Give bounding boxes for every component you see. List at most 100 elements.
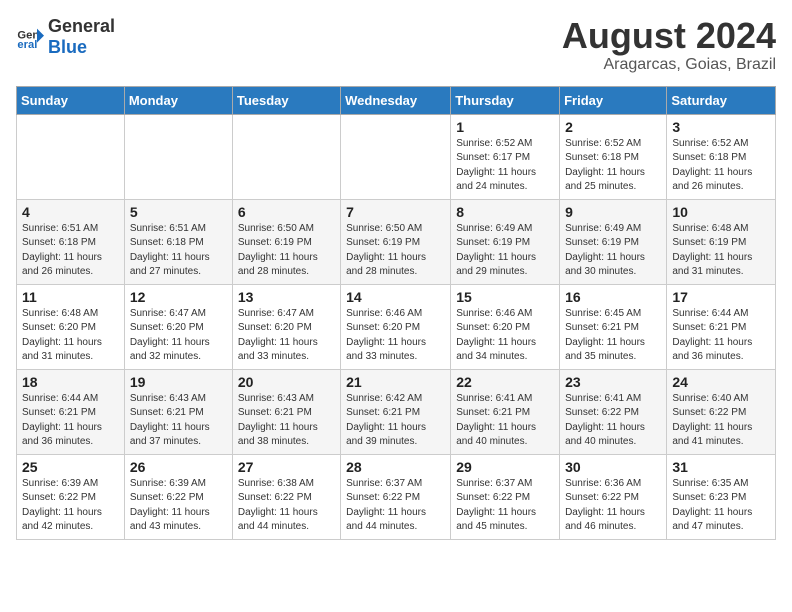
day-number: 3 — [672, 119, 770, 135]
day-info: Sunrise: 6:37 AMSunset: 6:22 PMDaylight:… — [346, 477, 445, 535]
day-number: 14 — [346, 289, 445, 305]
day-info: Sunrise: 6:52 AMSunset: 6:17 PMDaylight:… — [456, 137, 554, 195]
svg-text:eral: eral — [17, 39, 37, 51]
calendar-week-3: 11 Sunrise: 6:48 AMSunset: 6:20 PMDayligh… — [17, 284, 776, 369]
calendar-cell-week5-day1: 25Sunrise: 6:39 AMSunset: 6:22 PMDayligh… — [17, 454, 125, 539]
weekday-header-tuesday: Tuesday — [232, 86, 340, 114]
calendar-cell-week5-day2: 26Sunrise: 6:39 AMSunset: 6:22 PMDayligh… — [124, 454, 232, 539]
calendar-cell-week3-day3: 13 Sunrise: 6:47 AMSunset: 6:20 PMDayligh… — [232, 284, 340, 369]
calendar-cell-week5-day4: 28 Sunrise: 6:37 AMSunset: 6:22 PMDayligh… — [341, 454, 451, 539]
day-info: Sunrise: 6:36 AMSunset: 6:22 PMDaylight:… — [565, 477, 661, 535]
calendar-week-2: 4 Sunrise: 6:51 AMSunset: 6:18 PMDaylight… — [17, 199, 776, 284]
month-year-title: August 2024 — [562, 16, 776, 56]
day-info: Sunrise: 6:49 AMSunset: 6:19 PMDaylight:… — [456, 222, 554, 280]
day-info: Sunrise: 6:51 AMSunset: 6:18 PMDaylight:… — [22, 222, 119, 280]
day-info: Sunrise: 6:51 AMSunset: 6:18 PMDaylight:… — [130, 222, 227, 280]
day-info: Sunrise: 6:41 AMSunset: 6:22 PMDaylight:… — [565, 392, 661, 450]
calendar-cell-week5-day7: 31Sunrise: 6:35 AMSunset: 6:23 PMDayligh… — [667, 454, 776, 539]
calendar-cell-week2-day6: 9 Sunrise: 6:49 AMSunset: 6:19 PMDaylight… — [560, 199, 667, 284]
calendar-cell-week4-day2: 19Sunrise: 6:43 AMSunset: 6:21 PMDayligh… — [124, 369, 232, 454]
calendar-table: SundayMondayTuesdayWednesdayThursdayFrid… — [16, 86, 776, 540]
weekday-header-thursday: Thursday — [451, 86, 560, 114]
day-info: Sunrise: 6:40 AMSunset: 6:22 PMDaylight:… — [672, 392, 770, 450]
day-number: 13 — [238, 289, 335, 305]
calendar-cell-week3-day4: 14 Sunrise: 6:46 AMSunset: 6:20 PMDayligh… — [341, 284, 451, 369]
calendar-body: 1 Sunrise: 6:52 AMSunset: 6:17 PMDaylight… — [17, 114, 776, 539]
day-number: 4 — [22, 204, 119, 220]
day-info: Sunrise: 6:43 AMSunset: 6:21 PMDaylight:… — [238, 392, 335, 450]
calendar-cell-week3-day2: 12 Sunrise: 6:47 AMSunset: 6:20 PMDayligh… — [124, 284, 232, 369]
calendar-cell-week2-day5: 8 Sunrise: 6:49 AMSunset: 6:19 PMDaylight… — [451, 199, 560, 284]
day-number: 16 — [565, 289, 661, 305]
day-number: 5 — [130, 204, 227, 220]
day-info: Sunrise: 6:38 AMSunset: 6:22 PMDaylight:… — [238, 477, 335, 535]
day-info: Sunrise: 6:44 AMSunset: 6:21 PMDaylight:… — [22, 392, 119, 450]
day-info: Sunrise: 6:37 AMSunset: 6:22 PMDaylight:… — [456, 477, 554, 535]
day-info: Sunrise: 6:39 AMSunset: 6:22 PMDaylight:… — [22, 477, 119, 535]
day-number: 15 — [456, 289, 554, 305]
day-number: 23 — [565, 374, 661, 390]
day-number: 12 — [130, 289, 227, 305]
logo: Gen eral General Blue — [16, 16, 115, 58]
day-number: 11 — [22, 289, 119, 305]
calendar-cell-week3-day7: 17 Sunrise: 6:44 AMSunset: 6:21 PMDayligh… — [667, 284, 776, 369]
day-number: 9 — [565, 204, 661, 220]
calendar-cell-week4-day6: 23 Sunrise: 6:41 AMSunset: 6:22 PMDayligh… — [560, 369, 667, 454]
day-info: Sunrise: 6:52 AMSunset: 6:18 PMDaylight:… — [565, 137, 661, 195]
calendar-cell-week3-day1: 11 Sunrise: 6:48 AMSunset: 6:20 PMDayligh… — [17, 284, 125, 369]
weekday-header-wednesday: Wednesday — [341, 86, 451, 114]
day-number: 7 — [346, 204, 445, 220]
weekday-header-friday: Friday — [560, 86, 667, 114]
day-info: Sunrise: 6:47 AMSunset: 6:20 PMDaylight:… — [238, 307, 335, 365]
day-number: 29 — [456, 459, 554, 475]
calendar-week-5: 25Sunrise: 6:39 AMSunset: 6:22 PMDayligh… — [17, 454, 776, 539]
calendar-cell-week5-day6: 30Sunrise: 6:36 AMSunset: 6:22 PMDayligh… — [560, 454, 667, 539]
day-number: 21 — [346, 374, 445, 390]
calendar-cell-week1-day2 — [124, 114, 232, 199]
day-number: 10 — [672, 204, 770, 220]
calendar-cell-week4-day3: 20 Sunrise: 6:43 AMSunset: 6:21 PMDayligh… — [232, 369, 340, 454]
weekday-header-monday: Monday — [124, 86, 232, 114]
day-number: 2 — [565, 119, 661, 135]
day-number: 27 — [238, 459, 335, 475]
day-number: 17 — [672, 289, 770, 305]
calendar-cell-week3-day6: 16 Sunrise: 6:45 AMSunset: 6:21 PMDayligh… — [560, 284, 667, 369]
calendar-cell-week5-day3: 27 Sunrise: 6:38 AMSunset: 6:22 PMDayligh… — [232, 454, 340, 539]
day-info: Sunrise: 6:45 AMSunset: 6:21 PMDaylight:… — [565, 307, 661, 365]
calendar-cell-week2-day2: 5 Sunrise: 6:51 AMSunset: 6:18 PMDaylight… — [124, 199, 232, 284]
day-info: Sunrise: 6:50 AMSunset: 6:19 PMDaylight:… — [238, 222, 335, 280]
day-info: Sunrise: 6:46 AMSunset: 6:20 PMDaylight:… — [456, 307, 554, 365]
day-info: Sunrise: 6:48 AMSunset: 6:20 PMDaylight:… — [22, 307, 119, 365]
day-number: 28 — [346, 459, 445, 475]
day-number: 20 — [238, 374, 335, 390]
calendar-cell-week4-day4: 21Sunrise: 6:42 AMSunset: 6:21 PMDayligh… — [341, 369, 451, 454]
calendar-cell-week4-day5: 22Sunrise: 6:41 AMSunset: 6:21 PMDayligh… — [451, 369, 560, 454]
logo-general: General — [48, 16, 115, 36]
day-info: Sunrise: 6:48 AMSunset: 6:19 PMDaylight:… — [672, 222, 770, 280]
calendar-week-4: 18Sunrise: 6:44 AMSunset: 6:21 PMDayligh… — [17, 369, 776, 454]
logo-icon: Gen eral — [16, 23, 44, 51]
title-block: August 2024 Aragarcas, Goias, Brazil — [562, 16, 776, 74]
day-info: Sunrise: 6:44 AMSunset: 6:21 PMDaylight:… — [672, 307, 770, 365]
calendar-cell-week1-day7: 3Sunrise: 6:52 AMSunset: 6:18 PMDaylight… — [667, 114, 776, 199]
day-info: Sunrise: 6:49 AMSunset: 6:19 PMDaylight:… — [565, 222, 661, 280]
day-number: 24 — [672, 374, 770, 390]
day-number: 6 — [238, 204, 335, 220]
calendar-week-1: 1 Sunrise: 6:52 AMSunset: 6:17 PMDaylight… — [17, 114, 776, 199]
day-info: Sunrise: 6:47 AMSunset: 6:20 PMDaylight:… — [130, 307, 227, 365]
calendar-cell-week4-day7: 24 Sunrise: 6:40 AMSunset: 6:22 PMDayligh… — [667, 369, 776, 454]
day-number: 26 — [130, 459, 227, 475]
calendar-cell-week5-day5: 29 Sunrise: 6:37 AMSunset: 6:22 PMDayligh… — [451, 454, 560, 539]
location-subtitle: Aragarcas, Goias, Brazil — [562, 56, 776, 74]
day-info: Sunrise: 6:46 AMSunset: 6:20 PMDaylight:… — [346, 307, 445, 365]
day-number: 19 — [130, 374, 227, 390]
logo-blue: Blue — [48, 37, 87, 57]
day-info: Sunrise: 6:35 AMSunset: 6:23 PMDaylight:… — [672, 477, 770, 535]
calendar-cell-week4-day1: 18Sunrise: 6:44 AMSunset: 6:21 PMDayligh… — [17, 369, 125, 454]
calendar-cell-week1-day1 — [17, 114, 125, 199]
day-number: 8 — [456, 204, 554, 220]
calendar-cell-week2-day4: 7Sunrise: 6:50 AMSunset: 6:19 PMDaylight… — [341, 199, 451, 284]
calendar-cell-week1-day3 — [232, 114, 340, 199]
calendar-cell-week1-day4 — [341, 114, 451, 199]
day-number: 1 — [456, 119, 554, 135]
